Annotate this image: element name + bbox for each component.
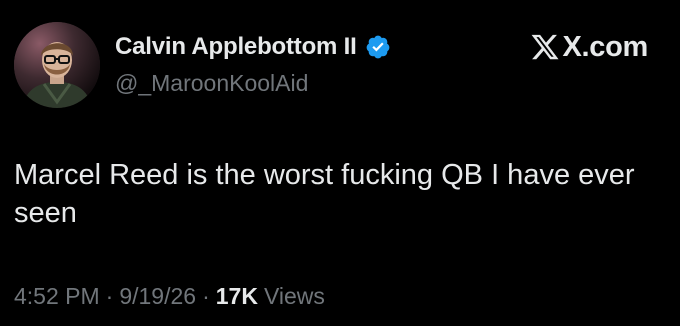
- brand-domain: X.com: [562, 30, 648, 63]
- tweet-time[interactable]: 4:52 PM: [14, 283, 100, 310]
- views-count[interactable]: 17K: [216, 283, 258, 310]
- author-name-row: Calvin Applebottom II: [115, 32, 391, 62]
- verified-badge-icon: [366, 35, 389, 59]
- meta-separator: ·: [202, 283, 210, 309]
- views-label: Views: [263, 283, 325, 309]
- tweet-card: Calvin Applebottom II @_MaroonKoolAid X.…: [0, 0, 680, 326]
- avatar-image: [14, 22, 100, 108]
- brand-logo[interactable]: X.com: [530, 30, 648, 64]
- display-name[interactable]: Calvin Applebottom II: [115, 33, 357, 61]
- meta-separator: ·: [105, 283, 114, 309]
- tweet-meta: 4:52 PM · 9/19/26 · 17K Views: [14, 283, 325, 310]
- x-logo-icon: [532, 34, 560, 60]
- tweet-date[interactable]: 9/19/26: [119, 283, 196, 310]
- author-handle[interactable]: @_MaroonKoolAid: [115, 70, 308, 97]
- tweet-text: Marcel Reed is the worst fucking QB I ha…: [14, 159, 643, 229]
- avatar[interactable]: [14, 22, 100, 108]
